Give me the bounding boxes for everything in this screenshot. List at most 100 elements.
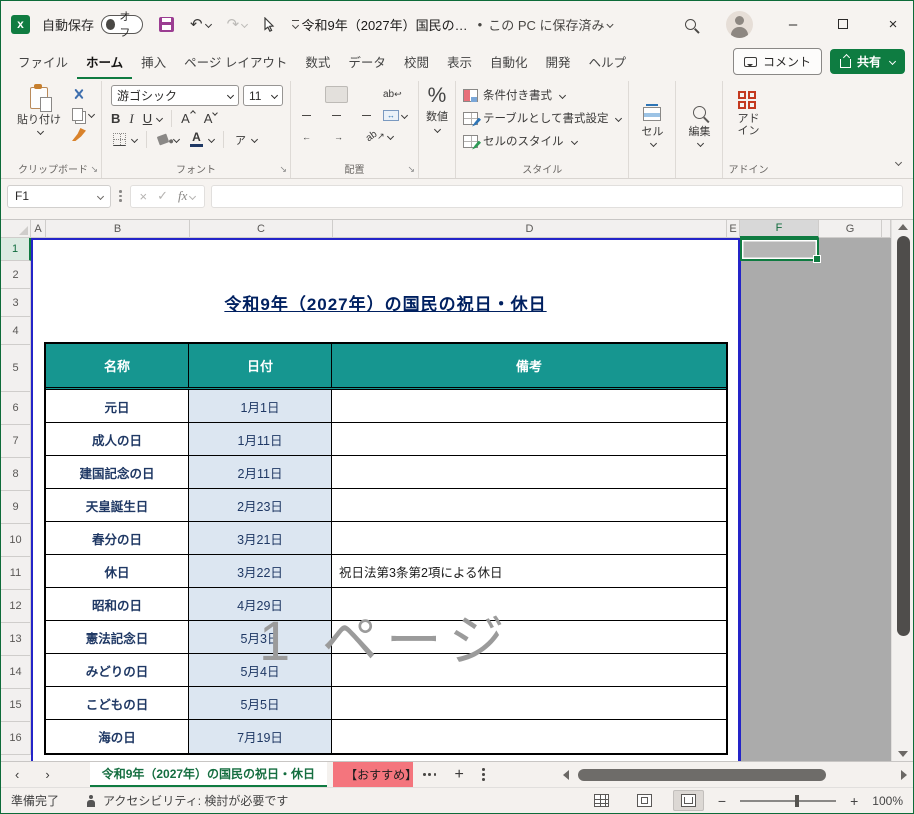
cell-styles-button[interactable]: セルのスタイル [463, 133, 621, 149]
select-all-corner[interactable] [1, 220, 31, 238]
horizontal-scroll-thumb[interactable] [578, 769, 826, 781]
fill-color-button[interactable] [156, 135, 179, 144]
sheet-title-text[interactable]: 令和9年（2027年）の国民の祝日・休日 [31, 290, 740, 315]
conditional-formatting-button[interactable]: 条件付き書式 [463, 87, 621, 103]
table-row[interactable]: 建国記念の日2月11日 [46, 456, 726, 489]
insert-function-button[interactable]: fx [178, 188, 195, 204]
sheet-tab-recommended[interactable]: 【おすすめ】 [333, 762, 413, 787]
autosave-toggle[interactable]: オフ [101, 15, 143, 34]
zoom-in-button[interactable]: + [850, 793, 858, 809]
column-header-f[interactable]: F [740, 220, 819, 238]
sheet-options-button[interactable] [472, 762, 495, 787]
table-row[interactable]: 元日1月1日 [46, 390, 726, 423]
table-row[interactable]: みどりの日5月4日 [46, 654, 726, 687]
column-header-g[interactable]: G [819, 220, 882, 238]
cells-button[interactable]: セル [636, 99, 668, 148]
sheet-nav-prev-button[interactable]: ‹ [15, 767, 19, 782]
clipboard-dialog-launcher[interactable]: ↘ [90, 164, 98, 175]
zoom-slider-thumb[interactable] [795, 795, 800, 807]
font-dialog-launcher[interactable]: ↘ [279, 164, 287, 175]
horizontal-scrollbar[interactable] [563, 766, 907, 784]
increase-indent-button[interactable]: → [330, 128, 358, 146]
sheet-canvas[interactable]: 令和9年（2027年）の国民の祝日・休日 名称 日付 備考 元日1月1日 成人の… [31, 238, 891, 761]
zoom-out-button[interactable]: − [718, 793, 726, 809]
ribbon-collapse-button[interactable] [893, 152, 901, 170]
row-header-9[interactable]: 9 [1, 491, 31, 524]
row-header-5[interactable]: 5 [1, 345, 31, 392]
borders-button[interactable] [111, 133, 137, 146]
accessibility-status[interactable]: アクセシビリティ: 検討が必要です [85, 792, 288, 809]
vertical-scrollbar[interactable] [891, 220, 913, 761]
zoom-level[interactable]: 100% [872, 794, 903, 808]
editing-button[interactable]: 編集 [683, 98, 715, 148]
group-number[interactable]: % 数値 [419, 81, 456, 178]
increase-font-button[interactable]: A [181, 111, 195, 126]
tab-review[interactable]: 校閲 [395, 46, 438, 79]
tab-automate[interactable]: 自動化 [481, 46, 537, 79]
scroll-right-icon[interactable] [901, 770, 907, 780]
page-layout-view-button[interactable] [630, 791, 659, 810]
row-header-16[interactable]: 16 [1, 722, 31, 755]
vertical-scroll-thumb[interactable] [897, 236, 910, 636]
table-row[interactable]: 憲法記念日5月3日 [46, 621, 726, 654]
table-row[interactable]: こどもの日5月5日 [46, 687, 726, 720]
row-header-12[interactable]: 12 [1, 590, 31, 623]
confirm-entry-button[interactable]: ✓ [157, 188, 168, 204]
tab-view[interactable]: 表示 [438, 46, 481, 79]
tab-developer[interactable]: 開発 [536, 46, 579, 79]
name-box[interactable]: F1 [7, 185, 111, 208]
tab-home[interactable]: ホーム [77, 46, 132, 79]
header-note[interactable]: 備考 [332, 344, 726, 387]
row-header-10[interactable]: 10 [1, 524, 31, 557]
row-header-4[interactable]: 4 [1, 317, 31, 345]
formula-input[interactable] [211, 185, 903, 208]
sheet-nav-next-button[interactable]: › [45, 767, 49, 782]
minimize-button[interactable]: – [783, 16, 803, 33]
table-row[interactable]: 春分の日3月21日 [46, 522, 726, 555]
format-as-table-button[interactable]: テーブルとして書式設定 [463, 110, 621, 126]
sheet-tab-active[interactable]: 令和9年（2027年）の国民の祝日・休日 [90, 762, 327, 787]
undo-button[interactable]: ↶ [190, 15, 211, 33]
copy-button[interactable] [72, 108, 94, 121]
qat-customize-button[interactable] [292, 20, 299, 28]
close-button[interactable]: × [883, 16, 903, 33]
autosave-control[interactable]: 自動保存 オフ [42, 15, 143, 34]
align-right-button[interactable] [352, 107, 375, 125]
table-header-row[interactable]: 名称 日付 備考 [46, 344, 726, 390]
column-header-d[interactable]: D [333, 220, 727, 238]
font-size-combobox[interactable]: 11 [243, 85, 283, 106]
alignment-dialog-launcher[interactable]: ↘ [407, 164, 415, 175]
header-name[interactable]: 名称 [46, 344, 189, 387]
column-header-e[interactable]: E [727, 220, 740, 238]
decrease-indent-button[interactable]: ← [298, 128, 326, 146]
scroll-down-icon[interactable] [898, 751, 908, 757]
phonetic-button[interactable]: ア [233, 132, 257, 148]
format-painter-button[interactable] [72, 128, 94, 141]
normal-view-button[interactable] [587, 791, 616, 810]
new-sheet-button[interactable]: + [446, 762, 471, 787]
row-header-13[interactable]: 13 [1, 623, 31, 656]
font-name-combobox[interactable]: 游ゴシック [111, 85, 239, 106]
table-row[interactable]: 昭和の日4月29日 [46, 588, 726, 621]
font-color-button[interactable]: A [188, 132, 214, 148]
row-header-3[interactable]: 3 [1, 289, 31, 317]
bold-button[interactable]: B [111, 111, 120, 126]
scroll-up-icon[interactable] [898, 224, 908, 230]
page-break-view-button[interactable] [673, 790, 704, 811]
chevron-down-icon[interactable] [156, 115, 163, 122]
search-icon[interactable] [685, 19, 696, 30]
decrease-font-button[interactable]: A [204, 111, 218, 126]
align-middle-button[interactable] [325, 86, 348, 104]
zoom-slider[interactable] [740, 800, 836, 802]
orientation-button[interactable]: ab↗ [362, 127, 397, 146]
row-header-15[interactable]: 15 [1, 689, 31, 722]
tab-insert[interactable]: 挿入 [132, 46, 175, 79]
account-avatar[interactable] [726, 11, 753, 38]
table-row[interactable]: 成人の日1月11日 [46, 423, 726, 456]
row-header-7[interactable]: 7 [1, 425, 31, 458]
tab-page-layout[interactable]: ページ レイアウト [175, 46, 296, 79]
row-header-1[interactable]: 1 [1, 238, 31, 261]
addins-button[interactable]: アドイン [730, 85, 766, 161]
share-button[interactable]: 共有 [830, 49, 905, 74]
document-title-area[interactable]: 令和9年（2027年）国民の… • この PC に保存済み [301, 1, 612, 47]
